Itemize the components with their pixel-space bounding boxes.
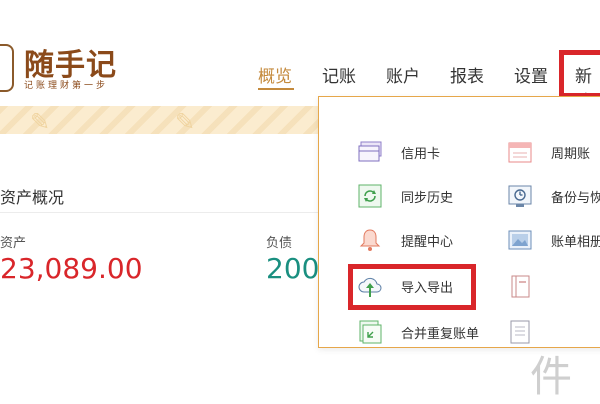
document-icon bbox=[507, 319, 533, 345]
merge-icon bbox=[357, 319, 383, 345]
credit-card-icon bbox=[357, 139, 383, 165]
menu-item-backup-restore[interactable]: 备份与恢 bbox=[507, 181, 600, 211]
new-features-highlight-box bbox=[559, 50, 600, 98]
bell-icon bbox=[357, 227, 383, 253]
nav-item-reports[interactable]: 报表 bbox=[450, 62, 484, 87]
section-divider bbox=[0, 212, 330, 213]
import-export-highlight-box bbox=[348, 264, 476, 310]
nav-item-bookkeeping[interactable]: 记账 bbox=[322, 62, 356, 87]
menu-item-label: 合并重复账单 bbox=[401, 327, 480, 342]
book-icon bbox=[507, 273, 533, 299]
menu-item-label: 提醒中心 bbox=[401, 235, 454, 250]
menu-item-label: 备份与恢 bbox=[551, 191, 600, 206]
menu-item-sync-history[interactable]: 同步历史 bbox=[357, 181, 487, 211]
menu-item-label: 账单相册 bbox=[551, 235, 600, 250]
new-features-dropdown: 信用卡 周期账 同步历史 备份与恢 提醒中心 账单相册 导入导出 合并重复账单 bbox=[318, 96, 600, 348]
menu-item-book[interactable] bbox=[507, 271, 600, 301]
nav-item-overview[interactable]: 概览 bbox=[258, 62, 292, 87]
nav-active-underline bbox=[258, 88, 294, 90]
menu-item-credit-card[interactable]: 信用卡 bbox=[357, 137, 487, 167]
assets-label: 资产 bbox=[0, 236, 27, 251]
menu-item-bill-album[interactable]: 账单相册 bbox=[507, 225, 600, 255]
menu-item-document[interactable] bbox=[507, 317, 600, 347]
liabilities-label: 负债 bbox=[266, 236, 293, 251]
assets-value: 23,089.00 bbox=[0, 252, 143, 285]
section-title-asset-overview: 资产概况 bbox=[0, 188, 65, 207]
banner-pencil-icon: ✎ bbox=[175, 108, 196, 136]
sync-icon bbox=[357, 183, 383, 209]
liabilities-value: 200 bbox=[266, 252, 320, 285]
menu-item-label: 周期账 bbox=[551, 147, 591, 162]
nav-item-accounts[interactable]: 账户 bbox=[386, 62, 420, 87]
menu-item-reminder-center[interactable]: 提醒中心 bbox=[357, 225, 487, 255]
calendar-icon bbox=[507, 139, 533, 165]
backup-restore-icon bbox=[507, 183, 533, 209]
menu-item-label: 同步历史 bbox=[401, 191, 454, 206]
menu-item-merge-duplicates[interactable]: 合并重复账单 bbox=[357, 317, 497, 347]
logo-slogan: 记账理财第一步 bbox=[24, 81, 109, 91]
logo-frame bbox=[0, 44, 14, 92]
menu-item-label: 信用卡 bbox=[401, 147, 441, 162]
photo-album-icon bbox=[507, 227, 533, 253]
menu-item-recurring-bills[interactable]: 周期账 bbox=[507, 137, 600, 167]
nav-item-settings[interactable]: 设置 bbox=[514, 62, 548, 87]
banner-pencil-icon: ✎ bbox=[30, 108, 51, 136]
